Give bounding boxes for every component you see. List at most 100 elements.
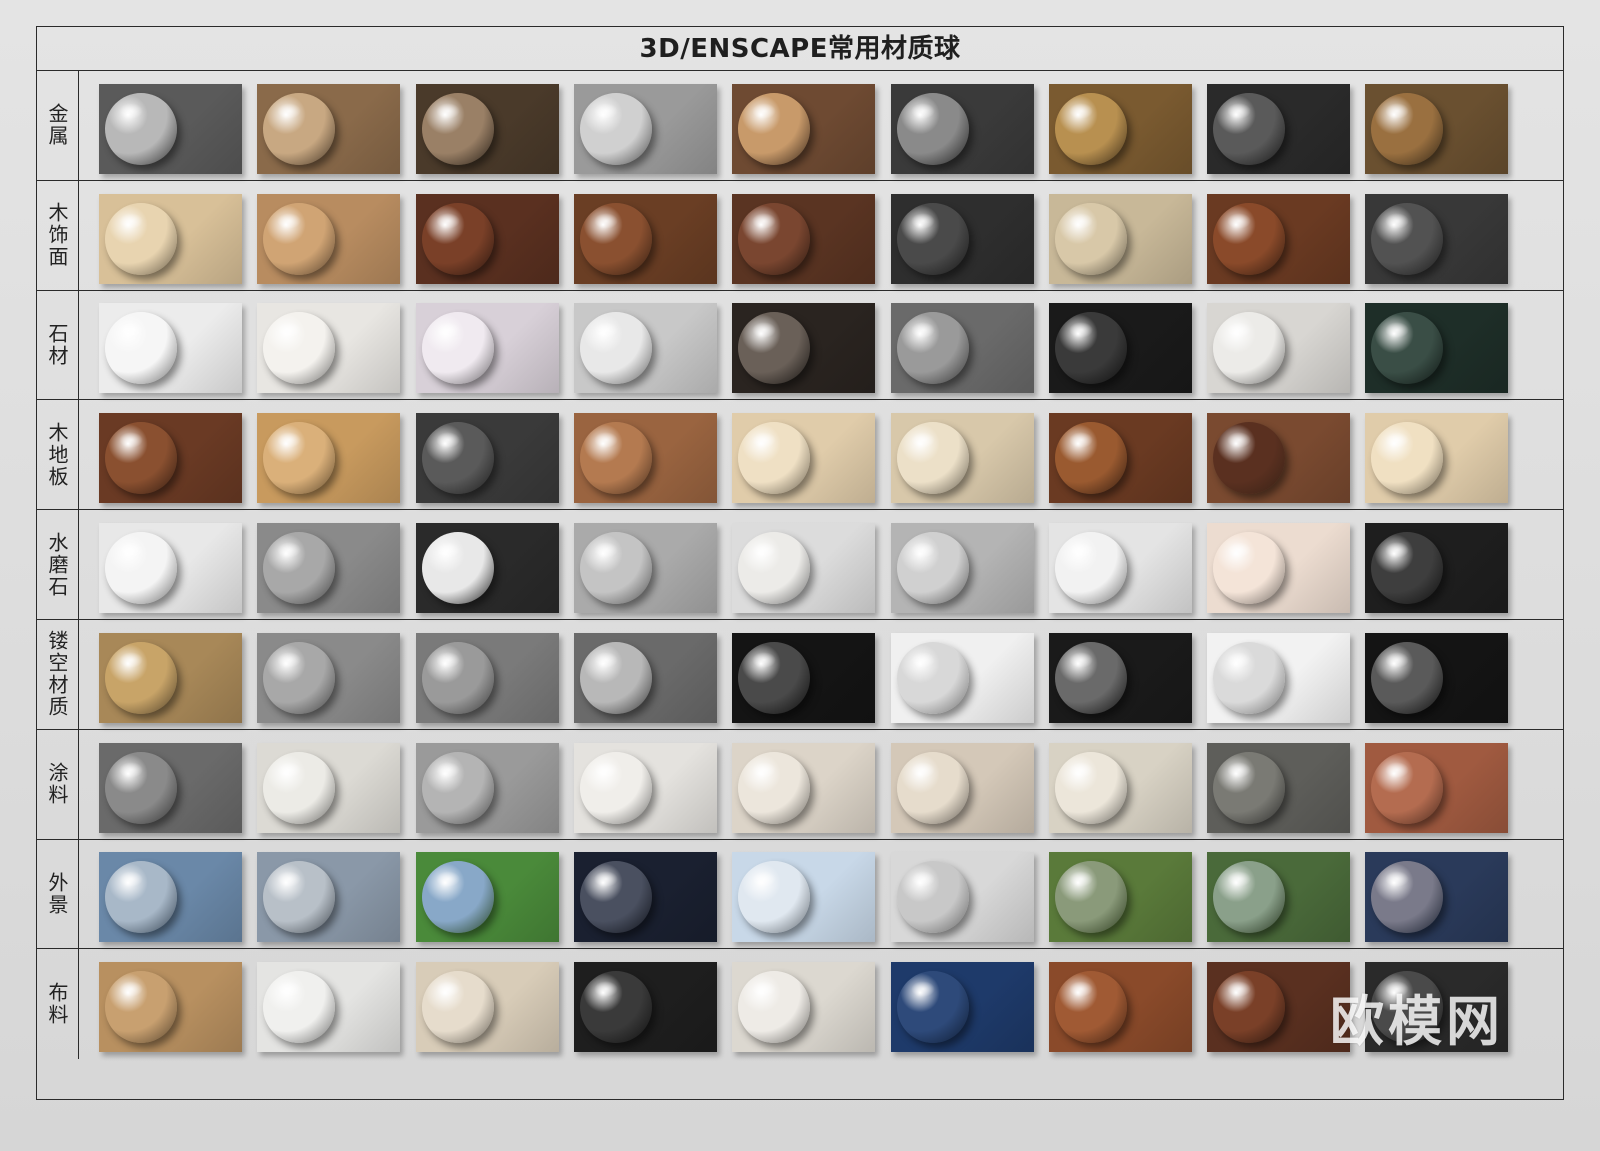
material-swatch[interactable] xyxy=(1048,632,1192,723)
material-swatch[interactable] xyxy=(99,523,242,614)
row-label: 水磨石 xyxy=(37,510,79,619)
material-swatch[interactable] xyxy=(732,632,876,723)
material-swatch[interactable] xyxy=(1207,962,1351,1053)
material-sphere xyxy=(263,971,336,1044)
material-swatch[interactable] xyxy=(573,303,717,394)
material-swatch[interactable] xyxy=(257,523,401,614)
material-swatch[interactable] xyxy=(415,83,559,174)
material-swatch[interactable] xyxy=(1365,742,1509,833)
row-label: 涂料 xyxy=(37,729,79,839)
material-swatch[interactable] xyxy=(1207,193,1351,284)
material-swatch[interactable] xyxy=(732,193,876,284)
material-swatch[interactable] xyxy=(890,303,1034,394)
material-swatch[interactable] xyxy=(415,852,559,943)
material-swatch[interactable] xyxy=(257,413,401,504)
material-swatch[interactable] xyxy=(1048,83,1192,174)
material-swatch[interactable] xyxy=(890,632,1034,723)
material-swatch[interactable] xyxy=(890,962,1034,1053)
material-swatch[interactable] xyxy=(1365,193,1509,284)
material-sphere xyxy=(1371,532,1444,605)
material-sphere xyxy=(105,532,177,605)
material-swatch[interactable] xyxy=(99,83,242,174)
row-label-text: 布料 xyxy=(45,982,69,1027)
material-sphere xyxy=(738,641,811,714)
material-swatch[interactable] xyxy=(99,742,242,833)
material-swatch[interactable] xyxy=(573,413,717,504)
material-swatch[interactable] xyxy=(573,632,717,723)
material-swatch[interactable] xyxy=(99,303,242,394)
material-sphere xyxy=(1371,202,1444,275)
material-swatch[interactable] xyxy=(1365,852,1509,943)
material-swatch[interactable] xyxy=(1048,413,1192,504)
material-swatch[interactable] xyxy=(415,742,559,833)
material-swatch[interactable] xyxy=(1207,83,1351,174)
material-swatch[interactable] xyxy=(890,523,1034,614)
material-swatch[interactable] xyxy=(415,303,559,394)
material-swatch[interactable] xyxy=(573,523,717,614)
material-swatch[interactable] xyxy=(573,962,717,1053)
material-swatch[interactable] xyxy=(1365,523,1509,614)
material-swatch[interactable] xyxy=(1207,523,1351,614)
material-swatch[interactable] xyxy=(732,852,876,943)
material-swatch[interactable] xyxy=(890,742,1034,833)
material-swatch[interactable] xyxy=(257,852,401,943)
material-swatch[interactable] xyxy=(415,632,559,723)
material-sphere xyxy=(1213,861,1286,934)
material-swatch[interactable] xyxy=(1207,742,1351,833)
row-label-text: 石材 xyxy=(45,322,69,367)
material-swatch[interactable] xyxy=(415,962,559,1053)
material-swatch[interactable] xyxy=(1048,852,1192,943)
material-swatch[interactable] xyxy=(415,193,559,284)
material-swatch[interactable] xyxy=(890,413,1034,504)
material-swatch[interactable] xyxy=(573,193,717,284)
material-sphere xyxy=(896,92,969,165)
material-swatch[interactable] xyxy=(1365,83,1509,174)
material-swatch[interactable] xyxy=(99,632,242,723)
material-swatch[interactable] xyxy=(732,413,876,504)
material-swatch[interactable] xyxy=(1365,632,1509,723)
material-swatch[interactable] xyxy=(732,742,876,833)
material-swatch[interactable] xyxy=(1207,303,1351,394)
material-swatch[interactable] xyxy=(732,962,876,1053)
material-sphere xyxy=(1371,751,1444,824)
material-swatch[interactable] xyxy=(415,523,559,614)
row-label-text: 外景 xyxy=(45,871,69,916)
material-swatch[interactable] xyxy=(573,742,717,833)
material-swatch[interactable] xyxy=(732,83,876,174)
material-sphere xyxy=(421,971,494,1044)
material-swatch[interactable] xyxy=(573,852,717,943)
material-swatch[interactable] xyxy=(415,413,559,504)
material-swatch[interactable] xyxy=(1048,962,1192,1053)
material-swatch[interactable] xyxy=(890,83,1034,174)
material-swatch[interactable] xyxy=(1365,413,1509,504)
material-swatch[interactable] xyxy=(1048,523,1192,614)
material-swatch[interactable] xyxy=(257,742,401,833)
material-swatch[interactable] xyxy=(732,303,876,394)
material-swatch[interactable] xyxy=(1207,632,1351,723)
material-sphere xyxy=(896,422,969,495)
material-swatch[interactable] xyxy=(99,413,242,504)
material-swatch[interactable] xyxy=(257,193,401,284)
material-swatch[interactable] xyxy=(257,303,401,394)
material-swatch[interactable] xyxy=(1048,303,1192,394)
material-swatch[interactable] xyxy=(257,962,401,1053)
material-sphere xyxy=(896,532,969,605)
material-swatch[interactable] xyxy=(1048,742,1192,833)
material-swatch[interactable] xyxy=(257,83,401,174)
material-swatch[interactable] xyxy=(1207,413,1351,504)
material-row: 木饰面 xyxy=(37,180,1563,291)
material-swatch[interactable] xyxy=(257,632,401,723)
material-sphere xyxy=(1371,92,1444,165)
material-swatch[interactable] xyxy=(99,962,242,1053)
material-sphere xyxy=(579,202,652,275)
material-swatch[interactable] xyxy=(1365,303,1509,394)
material-swatch[interactable] xyxy=(99,193,242,284)
material-sphere xyxy=(1213,312,1286,385)
material-swatch[interactable] xyxy=(890,193,1034,284)
material-swatch[interactable] xyxy=(1048,193,1192,284)
material-swatch[interactable] xyxy=(99,852,242,943)
material-swatch[interactable] xyxy=(890,852,1034,943)
material-swatch[interactable] xyxy=(573,83,717,174)
material-swatch[interactable] xyxy=(732,523,876,614)
material-swatch[interactable] xyxy=(1207,852,1351,943)
